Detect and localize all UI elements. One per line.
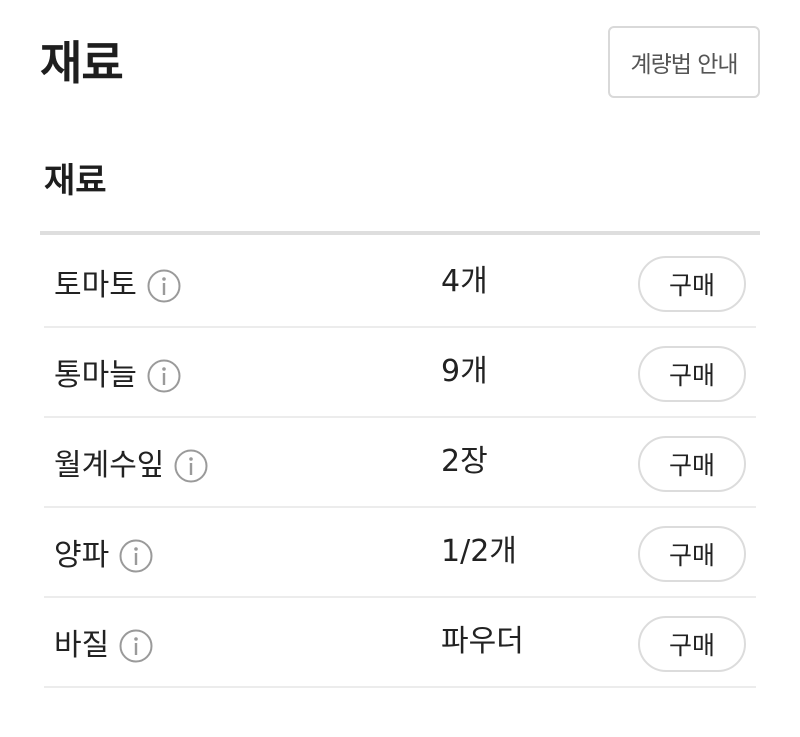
ingredient-amount: 9개 bbox=[441, 354, 488, 389]
buy-button[interactable]: 구매 bbox=[638, 436, 746, 492]
ingredient-name: 통마늘 bbox=[54, 358, 137, 393]
ingredient-name: 토마토 bbox=[54, 268, 137, 303]
ingredient-name: 월계수잎 bbox=[54, 448, 165, 483]
ingredient-name: 바질 bbox=[54, 628, 110, 663]
ingredient-amount: 2장 bbox=[441, 444, 488, 479]
info-icon[interactable] bbox=[147, 359, 181, 393]
buy-button[interactable]: 구매 bbox=[638, 256, 746, 312]
ingredient-amount: 4개 bbox=[441, 264, 488, 299]
ingredient-name-wrap: 월계수잎 bbox=[54, 418, 208, 506]
ingredient-name-wrap: 양파 bbox=[54, 508, 153, 596]
info-icon[interactable] bbox=[119, 539, 153, 573]
ingredient-name-wrap: 토마토 bbox=[54, 238, 181, 326]
buy-button[interactable]: 구매 bbox=[638, 346, 746, 402]
buy-button[interactable]: 구매 bbox=[638, 526, 746, 582]
ingredient-list: 토마토 4개 구매 통마늘 9개 구매 월계수잎 2장 구매 양파 1/2개 구… bbox=[44, 238, 756, 688]
page-title: 재료 bbox=[40, 36, 124, 90]
ingredient-row: 토마토 4개 구매 bbox=[44, 238, 756, 328]
measurement-guide-button[interactable]: 계량법 안내 bbox=[608, 26, 760, 98]
info-icon[interactable] bbox=[147, 269, 181, 303]
ingredient-amount: 1/2개 bbox=[441, 534, 517, 569]
info-icon[interactable] bbox=[119, 629, 153, 663]
buy-button[interactable]: 구매 bbox=[638, 616, 746, 672]
section-divider bbox=[40, 231, 760, 235]
ingredient-name: 양파 bbox=[54, 538, 110, 573]
section-title: 재료 bbox=[44, 161, 107, 201]
page-header: 재료 계량법 안내 bbox=[40, 26, 760, 102]
ingredient-name-wrap: 바질 bbox=[54, 598, 153, 686]
ingredient-row: 통마늘 9개 구매 bbox=[44, 328, 756, 418]
ingredient-row: 양파 1/2개 구매 bbox=[44, 508, 756, 598]
info-icon[interactable] bbox=[174, 449, 208, 483]
ingredient-row: 바질 파우더 구매 bbox=[44, 598, 756, 688]
ingredient-name-wrap: 통마늘 bbox=[54, 328, 181, 416]
ingredient-amount: 파우더 bbox=[441, 624, 524, 659]
ingredient-row: 월계수잎 2장 구매 bbox=[44, 418, 756, 508]
